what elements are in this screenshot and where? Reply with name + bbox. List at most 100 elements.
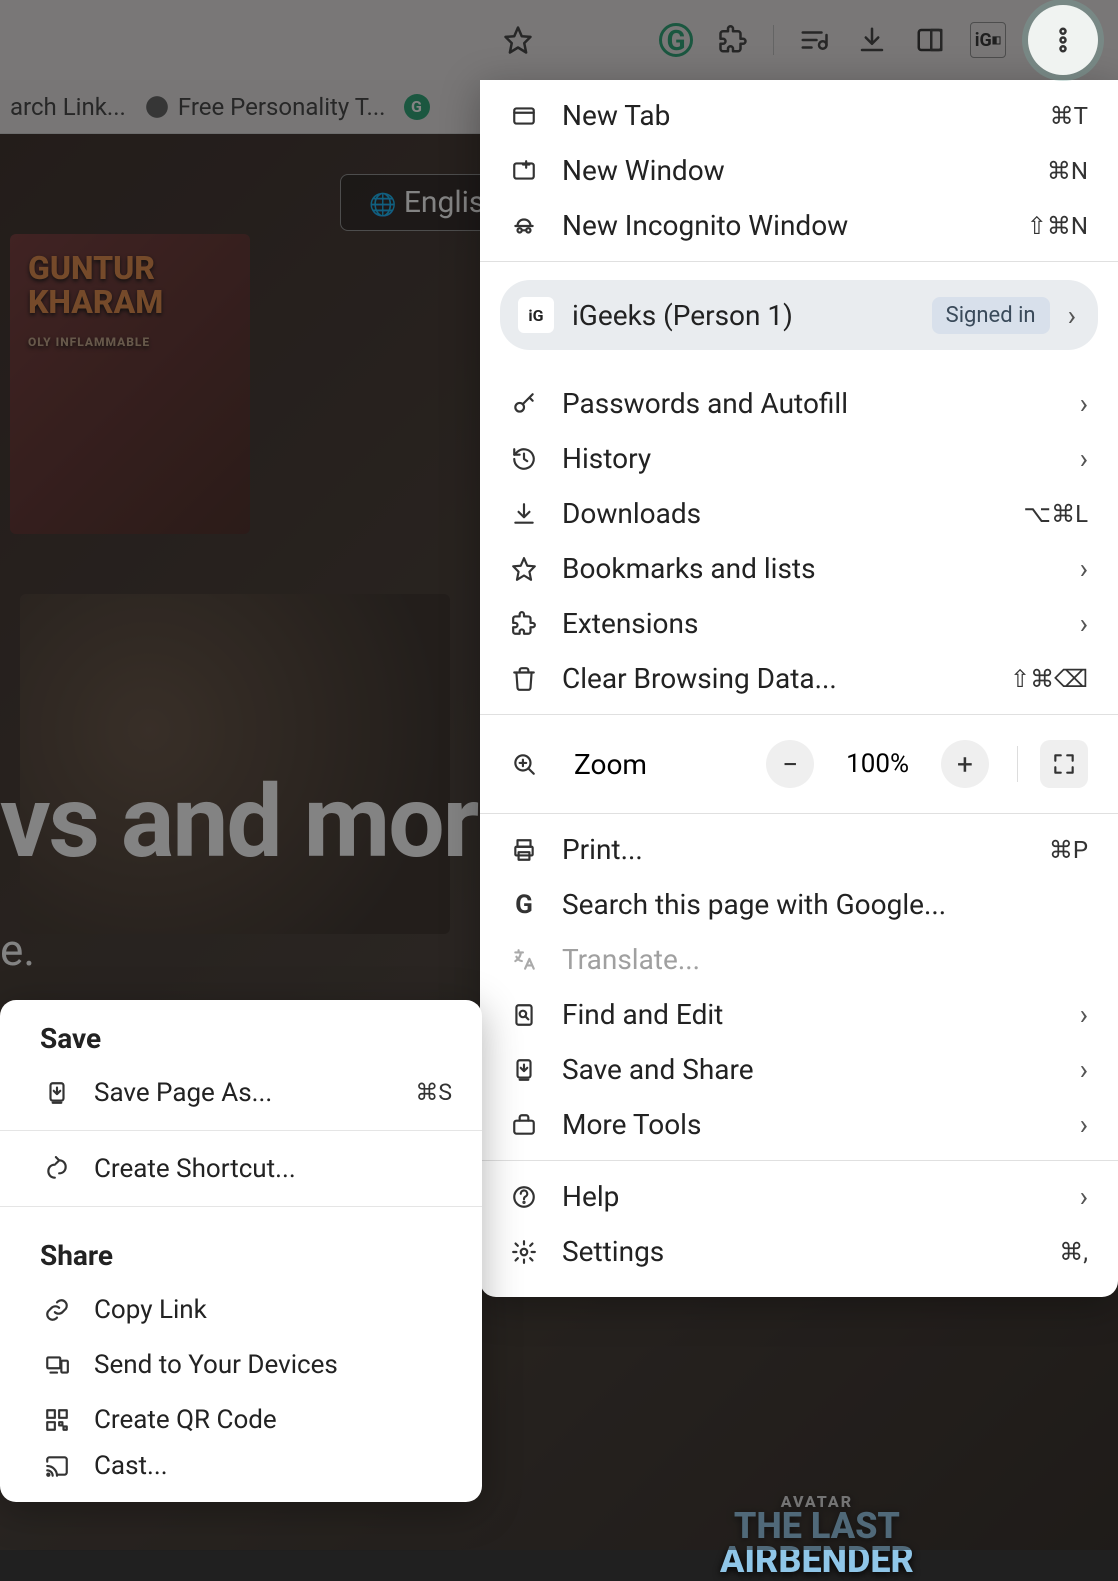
devices-icon	[40, 1352, 74, 1378]
chevron-right-icon: ›	[1080, 387, 1088, 420]
cast-item[interactable]: Cast...	[0, 1447, 482, 1502]
send-devices-item[interactable]: Send to Your Devices	[0, 1337, 482, 1392]
bookmark-item-2[interactable]: Free Personality T...	[144, 93, 386, 121]
save-page-as-item[interactable]: Save Page As... ⌘S	[0, 1065, 482, 1120]
chevron-right-icon: ›	[1080, 1053, 1088, 1086]
extensions-item[interactable]: Extensions ›	[480, 596, 1118, 651]
save-share-icon	[504, 1057, 544, 1083]
music-queue-icon[interactable]	[796, 22, 832, 58]
create-shortcut-item[interactable]: Create Shortcut...	[0, 1141, 482, 1196]
extensions-icon[interactable]	[715, 22, 751, 58]
print-label: Print...	[562, 833, 1049, 866]
clear-data-shortcut: ⇧⌘⌫	[1010, 665, 1088, 693]
submenu-divider	[0, 1130, 482, 1131]
save-section-title: Save	[0, 1000, 482, 1065]
new-window-shortcut: ⌘N	[1047, 157, 1088, 185]
bookmark-item-1[interactable]: arch Link...	[10, 93, 126, 121]
shortcut-icon	[40, 1156, 74, 1182]
more-tools-item[interactable]: More Tools ›	[480, 1097, 1118, 1152]
poster-title-line2: KHARAM	[28, 283, 163, 321]
new-window-item[interactable]: New Window ⌘N	[480, 143, 1118, 198]
puzzle-icon	[504, 611, 544, 637]
translate-label: Translate...	[562, 943, 1088, 976]
search-google-item[interactable]: G Search this page with Google...	[480, 877, 1118, 932]
zoom-row: Zoom − 100% +	[480, 723, 1118, 805]
zoom-out-button[interactable]: −	[766, 740, 814, 788]
hero-subtitle-fragment: e.	[0, 924, 35, 976]
chevron-right-icon: ›	[1080, 1108, 1088, 1141]
clear-data-item[interactable]: Clear Browsing Data... ⇧⌘⌫	[480, 651, 1118, 706]
extensions-label: Extensions	[562, 607, 1080, 640]
print-shortcut: ⌘P	[1049, 836, 1088, 864]
poster-title-line1: GUNTUR	[28, 249, 155, 287]
new-tab-item[interactable]: New Tab ⌘T	[480, 88, 1118, 143]
qr-icon	[40, 1407, 74, 1433]
zoom-in-button[interactable]: +	[941, 740, 989, 788]
link-icon	[40, 1297, 74, 1323]
history-item[interactable]: History ›	[480, 431, 1118, 486]
ig-profile-icon[interactable]: iG◧	[970, 22, 1006, 58]
new-window-icon	[504, 158, 544, 184]
find-icon	[504, 1002, 544, 1028]
profile-item[interactable]: iG iGeeks (Person 1) Signed in ›	[500, 280, 1098, 350]
cast-label: Cast...	[94, 1451, 452, 1481]
send-devices-label: Send to Your Devices	[94, 1350, 452, 1380]
trash-icon	[504, 666, 544, 692]
chevron-right-icon: ›	[1068, 299, 1076, 332]
side-panel-icon[interactable]	[912, 22, 948, 58]
cast-icon	[40, 1453, 74, 1479]
share-section-title: Share	[0, 1217, 482, 1282]
browser-toolbar: G iG◧	[0, 0, 1118, 80]
download-icon[interactable]	[854, 22, 890, 58]
globe-icon	[144, 94, 170, 120]
more-tools-label: More Tools	[562, 1108, 1080, 1141]
print-item[interactable]: Print... ⌘P	[480, 822, 1118, 877]
chevron-right-icon: ›	[1080, 1180, 1088, 1213]
new-incognito-item[interactable]: New Incognito Window ⇧⌘N	[480, 198, 1118, 253]
more-menu-button[interactable]	[1028, 5, 1098, 75]
zoom-icon	[504, 751, 544, 777]
chevron-right-icon: ›	[1080, 442, 1088, 475]
new-tab-shortcut: ⌘T	[1050, 102, 1088, 130]
grammarly-icon[interactable]: G	[659, 23, 693, 57]
clear-data-label: Clear Browsing Data...	[562, 662, 1010, 695]
briefcase-icon	[504, 1112, 544, 1138]
help-icon	[504, 1184, 544, 1210]
bookmark-label-1: arch Link...	[10, 93, 126, 121]
fullscreen-button[interactable]	[1040, 740, 1088, 788]
passwords-item[interactable]: Passwords and Autofill ›	[480, 376, 1118, 431]
bottom-poster-line2: AIRBENDER	[720, 1539, 914, 1581]
zoom-separator	[1017, 746, 1018, 782]
google-icon: G	[504, 890, 544, 920]
settings-item[interactable]: Settings ⌘,	[480, 1224, 1118, 1279]
settings-shortcut: ⌘,	[1059, 1238, 1088, 1266]
profile-name: iGeeks (Person 1)	[572, 299, 914, 332]
new-tab-icon	[504, 103, 544, 129]
bookmarks-item[interactable]: Bookmarks and lists ›	[480, 541, 1118, 596]
toolbar-divider	[773, 25, 774, 55]
hero-title-fragment: vs and mor	[0, 764, 477, 881]
submenu-divider	[0, 1206, 482, 1207]
downloads-shortcut: ⌥⌘L	[1023, 500, 1088, 528]
downloads-item[interactable]: Downloads ⌥⌘L	[480, 486, 1118, 541]
copy-link-item[interactable]: Copy Link	[0, 1282, 482, 1337]
search-google-label: Search this page with Google...	[562, 888, 1088, 921]
translate-icon	[504, 947, 544, 973]
bookmark-star-icon[interactable]	[500, 22, 536, 58]
create-qr-item[interactable]: Create QR Code	[0, 1392, 482, 1447]
language-label: Englis	[404, 185, 485, 220]
print-icon	[504, 837, 544, 863]
signed-in-badge: Signed in	[932, 297, 1050, 334]
bookmark-item-3[interactable]: G	[404, 94, 430, 120]
help-item[interactable]: Help ›	[480, 1169, 1118, 1224]
find-edit-item[interactable]: Find and Edit ›	[480, 987, 1118, 1042]
gear-icon	[504, 1239, 544, 1265]
download-icon	[504, 501, 544, 527]
save-share-item[interactable]: Save and Share ›	[480, 1042, 1118, 1097]
key-icon	[504, 391, 544, 417]
zoom-value: 100%	[832, 749, 923, 779]
chevron-right-icon: ›	[1080, 607, 1088, 640]
new-tab-label: New Tab	[562, 99, 1050, 132]
history-icon	[504, 446, 544, 472]
poster-tagline: OLY INFLAMMABLE	[28, 335, 150, 349]
